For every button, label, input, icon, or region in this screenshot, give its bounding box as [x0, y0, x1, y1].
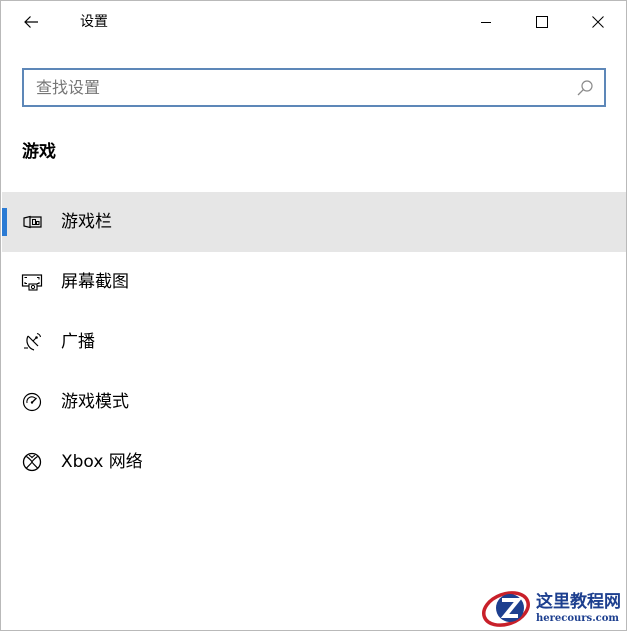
back-button[interactable] — [11, 7, 51, 37]
nav-item-label: 广播 — [61, 332, 95, 352]
title-bar: 设置 — [1, 1, 626, 43]
nav-item-label: 游戏栏 — [61, 212, 112, 232]
minimize-icon — [481, 22, 491, 23]
selection-indicator — [2, 208, 7, 236]
game-mode-icon — [22, 392, 42, 412]
watermark-url: herecours.com — [536, 613, 620, 624]
search-icon[interactable] — [576, 79, 594, 97]
watermark: 这里教程网 herecours.com — [478, 586, 627, 631]
search-box — [22, 68, 606, 107]
nav-item-game-mode[interactable]: 游戏模式 — [2, 372, 626, 432]
screenshot-icon — [21, 274, 43, 291]
search-input[interactable] — [36, 70, 556, 105]
game-bar-icon — [23, 215, 42, 229]
close-icon — [592, 16, 604, 28]
z-logo — [482, 591, 530, 627]
maximize-icon — [536, 16, 548, 28]
settings-window: 设置 游戏 — [0, 0, 627, 631]
section-title: 游戏 — [22, 142, 56, 162]
nav-item-game-bar[interactable]: 游戏栏 — [2, 192, 626, 252]
nav-item-xbox-networking[interactable]: Xbox 网络 — [2, 432, 626, 492]
xbox-icon — [22, 452, 42, 472]
nav-item-label: Xbox 网络 — [61, 452, 143, 472]
nav-item-broadcasting[interactable]: 广播 — [2, 312, 626, 372]
broadcast-icon — [24, 332, 42, 351]
nav-item-label: 游戏模式 — [61, 392, 129, 412]
back-arrow-icon — [24, 16, 38, 28]
watermark-title: 这里教程网 — [536, 592, 621, 612]
close-button[interactable] — [575, 1, 621, 43]
nav-item-screenshots[interactable]: 屏幕截图 — [2, 252, 626, 312]
minimize-button[interactable] — [463, 1, 509, 43]
nav-item-label: 屏幕截图 — [61, 272, 129, 292]
maximize-button[interactable] — [519, 1, 565, 43]
nav-list: 游戏栏 屏幕截图 广播 游戏模式 Xbox 网络 — [2, 192, 626, 492]
window-title: 设置 — [80, 14, 108, 30]
